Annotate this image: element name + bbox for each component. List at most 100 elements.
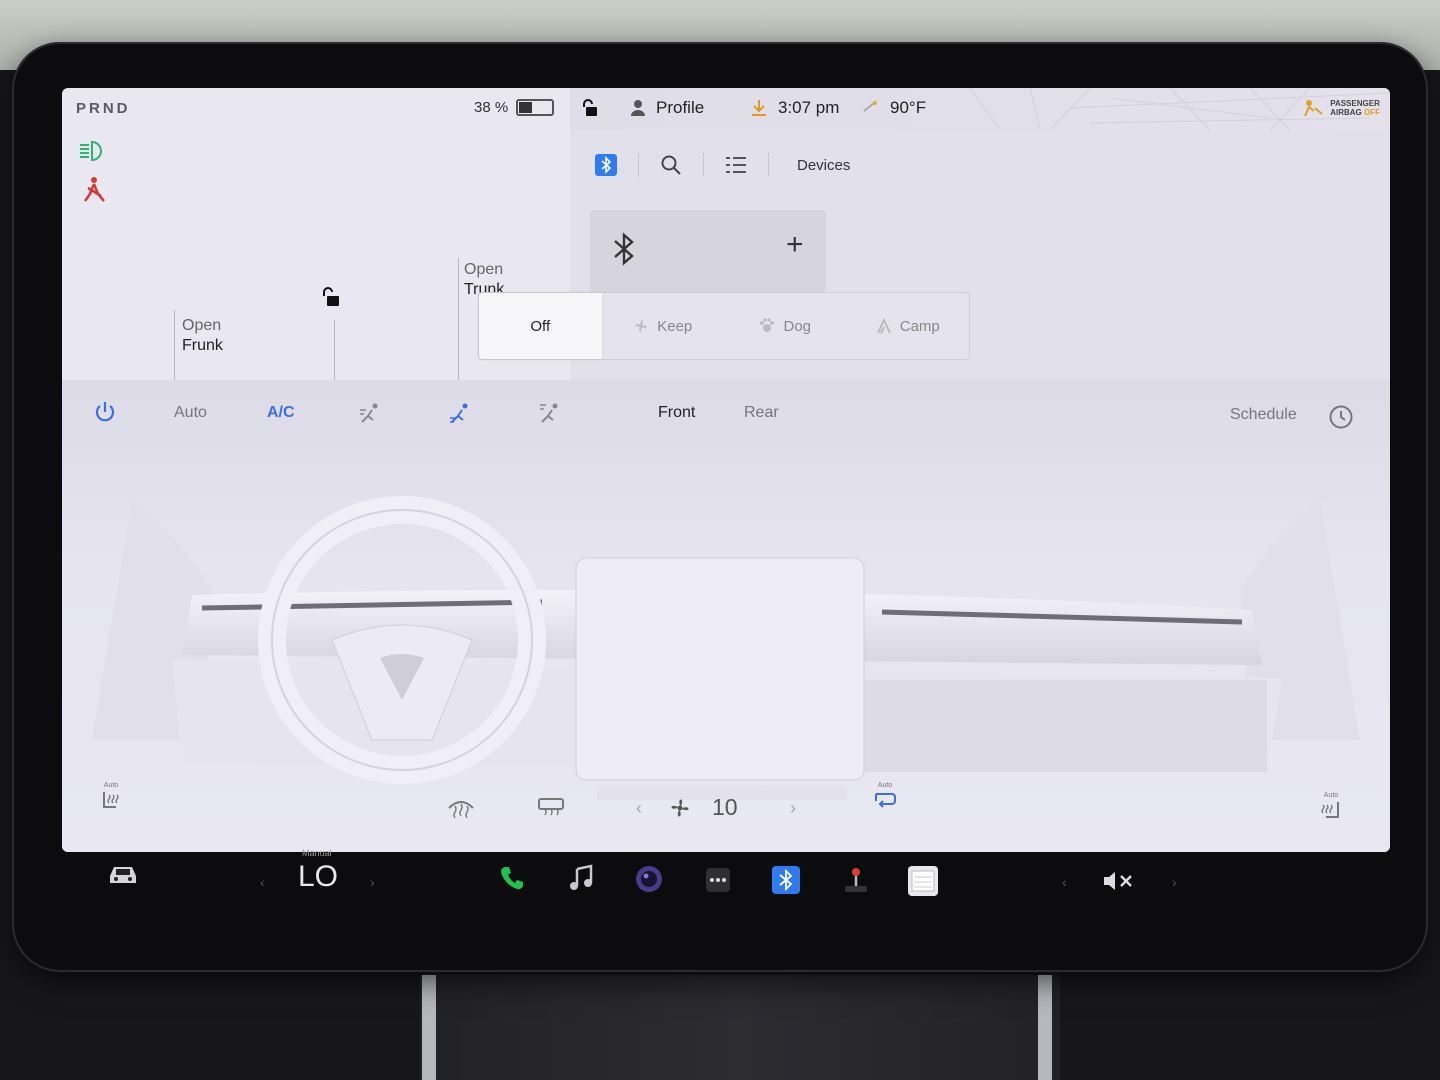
mode-camp-label: Camp [899, 317, 940, 335]
cabin-illustration [92, 496, 1360, 800]
rear-defrost-icon [538, 798, 564, 816]
phone-button[interactable] [498, 864, 526, 892]
search-icon [661, 155, 681, 175]
seat-heater-icon [103, 792, 119, 808]
driver-seat-heater[interactable]: Auto [98, 782, 124, 815]
camera-icon [636, 866, 662, 892]
volume-decrease-button[interactable]: ‹ [1062, 874, 1067, 890]
car-unlock-icon[interactable] [320, 286, 344, 315]
temp-increase-button[interactable]: › [370, 874, 375, 890]
temperature-value[interactable]: LO [298, 860, 338, 894]
paw-icon [760, 318, 775, 332]
mode-camp[interactable]: Camp [847, 293, 970, 359]
passenger-airbag-status: PASSENGER AIRBAG OFF [1302, 98, 1380, 118]
airflow-face-button[interactable] [358, 402, 382, 431]
volume-increase-button[interactable]: › [1172, 874, 1177, 890]
bluetooth-icon [772, 866, 800, 894]
passenger-seat-auto-label: Auto [1323, 792, 1339, 799]
bluetooth-app-button[interactable] [772, 866, 800, 894]
front-defrost-icon [448, 801, 474, 819]
airflow-face-icon [360, 403, 378, 423]
airbag-icon [1304, 100, 1323, 117]
devices-label[interactable]: Devices [797, 157, 850, 174]
seat-heater-icon [1321, 802, 1339, 818]
mode-keep[interactable]: Keep [602, 293, 725, 359]
joystick-app-button[interactable] [842, 866, 870, 896]
frunk-name-label: Frunk [182, 337, 223, 354]
battery-icon [516, 99, 555, 116]
airbag-line2: AIRBAG [1330, 108, 1362, 117]
clock: 3:07 pm [750, 98, 839, 118]
auto-button[interactable]: Auto [174, 404, 207, 422]
taskbar: ‹ Manual LO › ‹ › [62, 848, 1390, 922]
more-apps-button[interactable] [706, 868, 730, 892]
rear-window-defrost-button[interactable] [536, 796, 566, 820]
fan-decrease-button[interactable]: ‹ [636, 798, 642, 819]
lock-status[interactable] [580, 98, 598, 118]
mode-off[interactable]: Off [479, 293, 602, 359]
driver-seat-auto-label: Auto [103, 782, 119, 789]
car-icon [110, 867, 136, 883]
airflow-windshield-icon [540, 403, 558, 423]
climate-power-button[interactable] [92, 400, 118, 431]
bluetooth-icon [614, 232, 634, 266]
touchscreen: PRND 38 % Profile 3:07 pm 90°F PASSENGER… [62, 88, 1390, 852]
headlight-icon [78, 140, 108, 167]
search-button[interactable] [653, 150, 689, 180]
download-icon [752, 100, 766, 116]
frunk-open-label: Open [182, 317, 222, 334]
mode-dog-label: Dog [783, 317, 812, 335]
schedule-button[interactable]: Schedule [1230, 406, 1297, 424]
temp-mode-label: Manual [302, 848, 332, 858]
mode-off-label: Off [530, 317, 551, 335]
recirculate-icon [875, 793, 896, 808]
list-button[interactable] [718, 150, 754, 180]
add-device-card[interactable]: + [590, 210, 826, 292]
person-icon [631, 100, 645, 116]
bluetooth-tab[interactable] [588, 150, 624, 180]
phone-icon [501, 867, 523, 890]
car-button[interactable] [106, 862, 140, 886]
battery-percent: 38 % [474, 99, 509, 116]
music-note-icon [570, 864, 593, 890]
ac-button[interactable]: A/C [267, 404, 295, 422]
open-frunk-button[interactable]: Open Frunk [182, 316, 223, 356]
camera-button[interactable] [634, 864, 664, 894]
fan-speed-icon [668, 796, 692, 825]
toybox-app-button[interactable] [908, 866, 938, 896]
outside-temp: 90°F [862, 98, 926, 118]
temp-decrease-button[interactable]: ‹ [260, 874, 265, 890]
airflow-feet-icon [450, 403, 468, 423]
rear-tab[interactable]: Rear [744, 404, 779, 422]
airbag-line1: PASSENGER [1330, 99, 1380, 108]
airflow-feet-button[interactable] [448, 402, 472, 431]
climate-keeper-selector: Off Keep Dog Camp [478, 292, 970, 360]
joystick-icon [845, 868, 867, 892]
weather-icon [863, 101, 877, 112]
tent-icon [876, 318, 891, 334]
trunk-open-label: Open [464, 261, 504, 278]
time-label: 3:07 pm [778, 98, 840, 117]
gear-indicator: PRND [76, 100, 131, 117]
profile-button[interactable]: Profile [630, 98, 704, 118]
climate-toolbar: Auto A/C Front Rear Schedule [62, 380, 1390, 448]
list-icon [726, 157, 746, 173]
recirculate-button[interactable]: Auto [872, 782, 898, 811]
add-device-button[interactable]: + [786, 228, 804, 262]
mode-dog[interactable]: Dog [724, 293, 847, 359]
airflow-windshield-button[interactable] [538, 402, 562, 431]
status-bar-right: Profile 3:07 pm 90°F PASSENGER AIRBAG OF… [570, 88, 1390, 130]
music-button[interactable] [568, 864, 594, 892]
mode-keep-label: Keep [657, 317, 693, 335]
unlock-icon [583, 99, 597, 116]
fan-increase-button[interactable]: › [790, 798, 796, 819]
front-tab[interactable]: Front [658, 404, 695, 422]
passenger-seat-heater[interactable]: Auto [1318, 792, 1344, 825]
schedule-clock-button[interactable] [1328, 404, 1354, 435]
fan-speed-value: 10 [712, 794, 738, 820]
open-trunk-button[interactable]: Open Trunk [464, 260, 504, 296]
volume-mute-button[interactable] [1102, 870, 1136, 892]
bluetooth-toolbar: Devices [588, 150, 850, 180]
rear-defrost-button[interactable] [446, 796, 476, 820]
more-icon [706, 868, 730, 892]
